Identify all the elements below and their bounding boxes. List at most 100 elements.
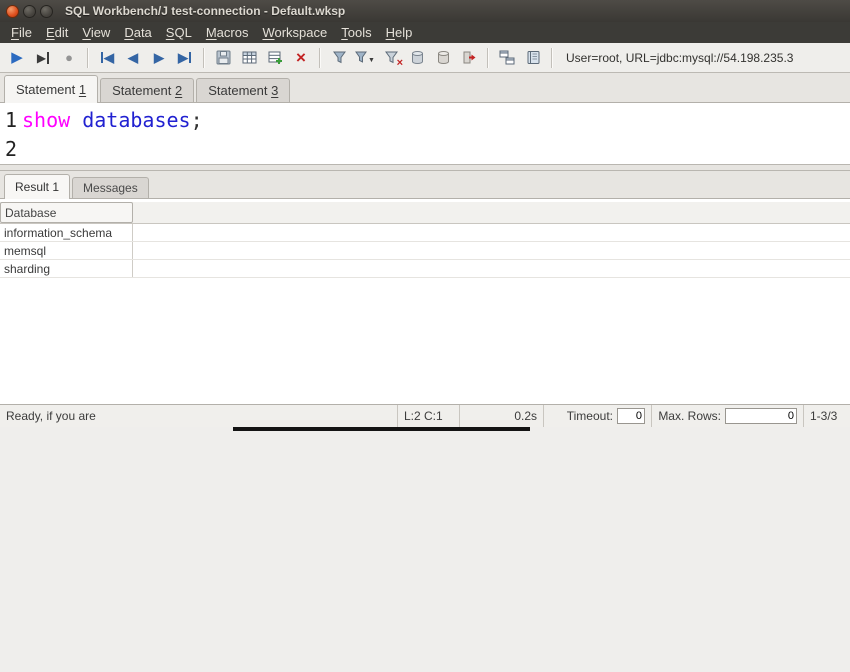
connection-info: User=root, URL=jdbc:mysql://54.198.235.3: [566, 51, 846, 65]
statement-tab-label: Statement: [16, 82, 79, 97]
sql-keyword: show: [22, 108, 70, 132]
toolbar: ▶ ▶ ● ◀ ◀ ▶ ▶ × ▼ ×: [0, 43, 850, 73]
statement-tab-1[interactable]: Statement 1: [4, 75, 98, 103]
menu-tools[interactable]: Tools: [334, 23, 378, 42]
results-panel: Result 1 Messages Database information_s…: [0, 171, 850, 404]
close-button[interactable]: [6, 5, 19, 18]
statement-tab-mnemonic: 1: [79, 82, 86, 97]
statement-tab-mnemonic: 2: [175, 83, 182, 98]
timeout-input[interactable]: [617, 408, 645, 424]
toolbar-separator: [487, 48, 489, 68]
sql-editor[interactable]: 1show databases; 2: [0, 103, 850, 164]
toolbar-separator: [319, 48, 321, 68]
max-rows-input[interactable]: [725, 408, 797, 424]
statement-tab-3[interactable]: Statement 3: [196, 78, 290, 102]
toolbar-separator: [87, 48, 89, 68]
save-changes-button[interactable]: [210, 46, 236, 70]
table-row[interactable]: memsql: [0, 242, 850, 260]
timeout-section: Timeout:: [544, 405, 652, 427]
insert-row-icon: [268, 50, 283, 65]
editor-line: 2: [5, 135, 850, 164]
menu-sql[interactable]: SQL: [159, 23, 199, 42]
menu-view[interactable]: View: [75, 23, 117, 42]
delete-row-icon: ×: [296, 49, 306, 66]
execute-all-button[interactable]: ▶: [4, 46, 30, 70]
result-tab[interactable]: Result 1: [4, 174, 70, 199]
disconnect-button[interactable]: [456, 46, 482, 70]
statement-tab-2[interactable]: Statement 2: [100, 78, 194, 102]
cancel-icon: ●: [65, 51, 73, 64]
next-row-icon: ▶: [154, 51, 164, 64]
toolbar-separator: [551, 48, 553, 68]
update-database-icon: [242, 50, 257, 65]
disconnect-icon: [462, 50, 477, 65]
previous-row-button[interactable]: ◀: [120, 46, 146, 70]
line-number: 1: [5, 106, 22, 135]
data-pumper-button[interactable]: [494, 46, 520, 70]
statement-tab-mnemonic: 3: [271, 83, 278, 98]
update-database-button[interactable]: [236, 46, 262, 70]
commit-icon: [410, 50, 425, 65]
status-message: Ready, if you are: [0, 405, 398, 427]
dropdown-caret-icon: ▼: [368, 57, 375, 70]
database-name-cell[interactable]: sharding: [0, 260, 133, 277]
menu-file[interactable]: File: [4, 23, 39, 42]
titlebar: SQL Workbench/J test-connection - Defaul…: [0, 0, 850, 22]
filter-dropdown-icon: [355, 50, 367, 65]
sql-identifier: databases: [70, 108, 190, 132]
last-row-icon: ▶: [178, 51, 192, 64]
database-name-cell[interactable]: information_schema: [0, 224, 133, 241]
data-pumper-icon: [499, 50, 515, 65]
statusbar: Ready, if you are L:2 C:1 0.2s Timeout: …: [0, 404, 850, 427]
first-row-button[interactable]: ◀: [94, 46, 120, 70]
table-row[interactable]: sharding: [0, 260, 850, 278]
last-row-button[interactable]: ▶: [172, 46, 198, 70]
max-rows-section: Max. Rows:: [652, 405, 804, 427]
statement-tabstrip: Statement 1 Statement 2 Statement 3: [0, 73, 850, 103]
filter-icon: [332, 50, 347, 65]
delete-row-button[interactable]: ×: [288, 46, 314, 70]
cancel-button[interactable]: ●: [56, 46, 82, 70]
first-row-icon: ◀: [100, 51, 114, 64]
next-row-button[interactable]: ▶: [146, 46, 172, 70]
table-row[interactable]: information_schema: [0, 224, 850, 242]
insert-row-button[interactable]: [262, 46, 288, 70]
rollback-icon: [436, 50, 451, 65]
execution-time: 0.2s: [460, 405, 544, 427]
database-explorer-icon: [526, 50, 541, 65]
result-table-header: Database: [0, 202, 850, 224]
menu-edit[interactable]: Edit: [39, 23, 75, 42]
reset-filter-x-icon: ×: [397, 58, 403, 69]
menu-data[interactable]: Data: [117, 23, 158, 42]
commit-button[interactable]: [404, 46, 430, 70]
menubar: File Edit View Data SQL Macros Workspace…: [0, 22, 850, 43]
app-window: SQL Workbench/J test-connection - Defaul…: [0, 0, 850, 672]
rollback-button[interactable]: [430, 46, 456, 70]
row-count: 1-3/3: [804, 405, 850, 427]
menu-macros[interactable]: Macros: [199, 23, 256, 42]
execute-all-icon: ▶: [11, 50, 23, 65]
result-tabstrip: Result 1 Messages: [0, 171, 850, 199]
messages-tab[interactable]: Messages: [72, 177, 149, 198]
minimize-button[interactable]: [23, 5, 36, 18]
result-grid: Database information_schema memsql shard…: [0, 199, 850, 404]
max-rows-label: Max. Rows:: [658, 409, 721, 423]
filter-dropdown-button[interactable]: ▼: [352, 46, 378, 70]
database-name-cell[interactable]: memsql: [0, 242, 133, 259]
editor-results-splitter[interactable]: [0, 164, 850, 171]
previous-row-icon: ◀: [128, 51, 138, 64]
execute-current-button[interactable]: ▶: [30, 46, 56, 70]
column-header-database[interactable]: Database: [0, 202, 133, 223]
database-explorer-button[interactable]: [520, 46, 546, 70]
menu-workspace[interactable]: Workspace: [255, 23, 334, 42]
editor-line: 1show databases;: [5, 106, 850, 135]
reset-filter-button[interactable]: ×: [378, 46, 404, 70]
maximize-button[interactable]: [40, 5, 53, 18]
menu-help[interactable]: Help: [379, 23, 420, 42]
window-title: SQL Workbench/J test-connection - Defaul…: [65, 4, 345, 18]
sql-punctuation: ;: [191, 108, 203, 132]
statement-tab-label: Statement: [112, 83, 175, 98]
toolbar-separator: [203, 48, 205, 68]
timeout-label: Timeout:: [567, 409, 613, 423]
filter-button[interactable]: [326, 46, 352, 70]
